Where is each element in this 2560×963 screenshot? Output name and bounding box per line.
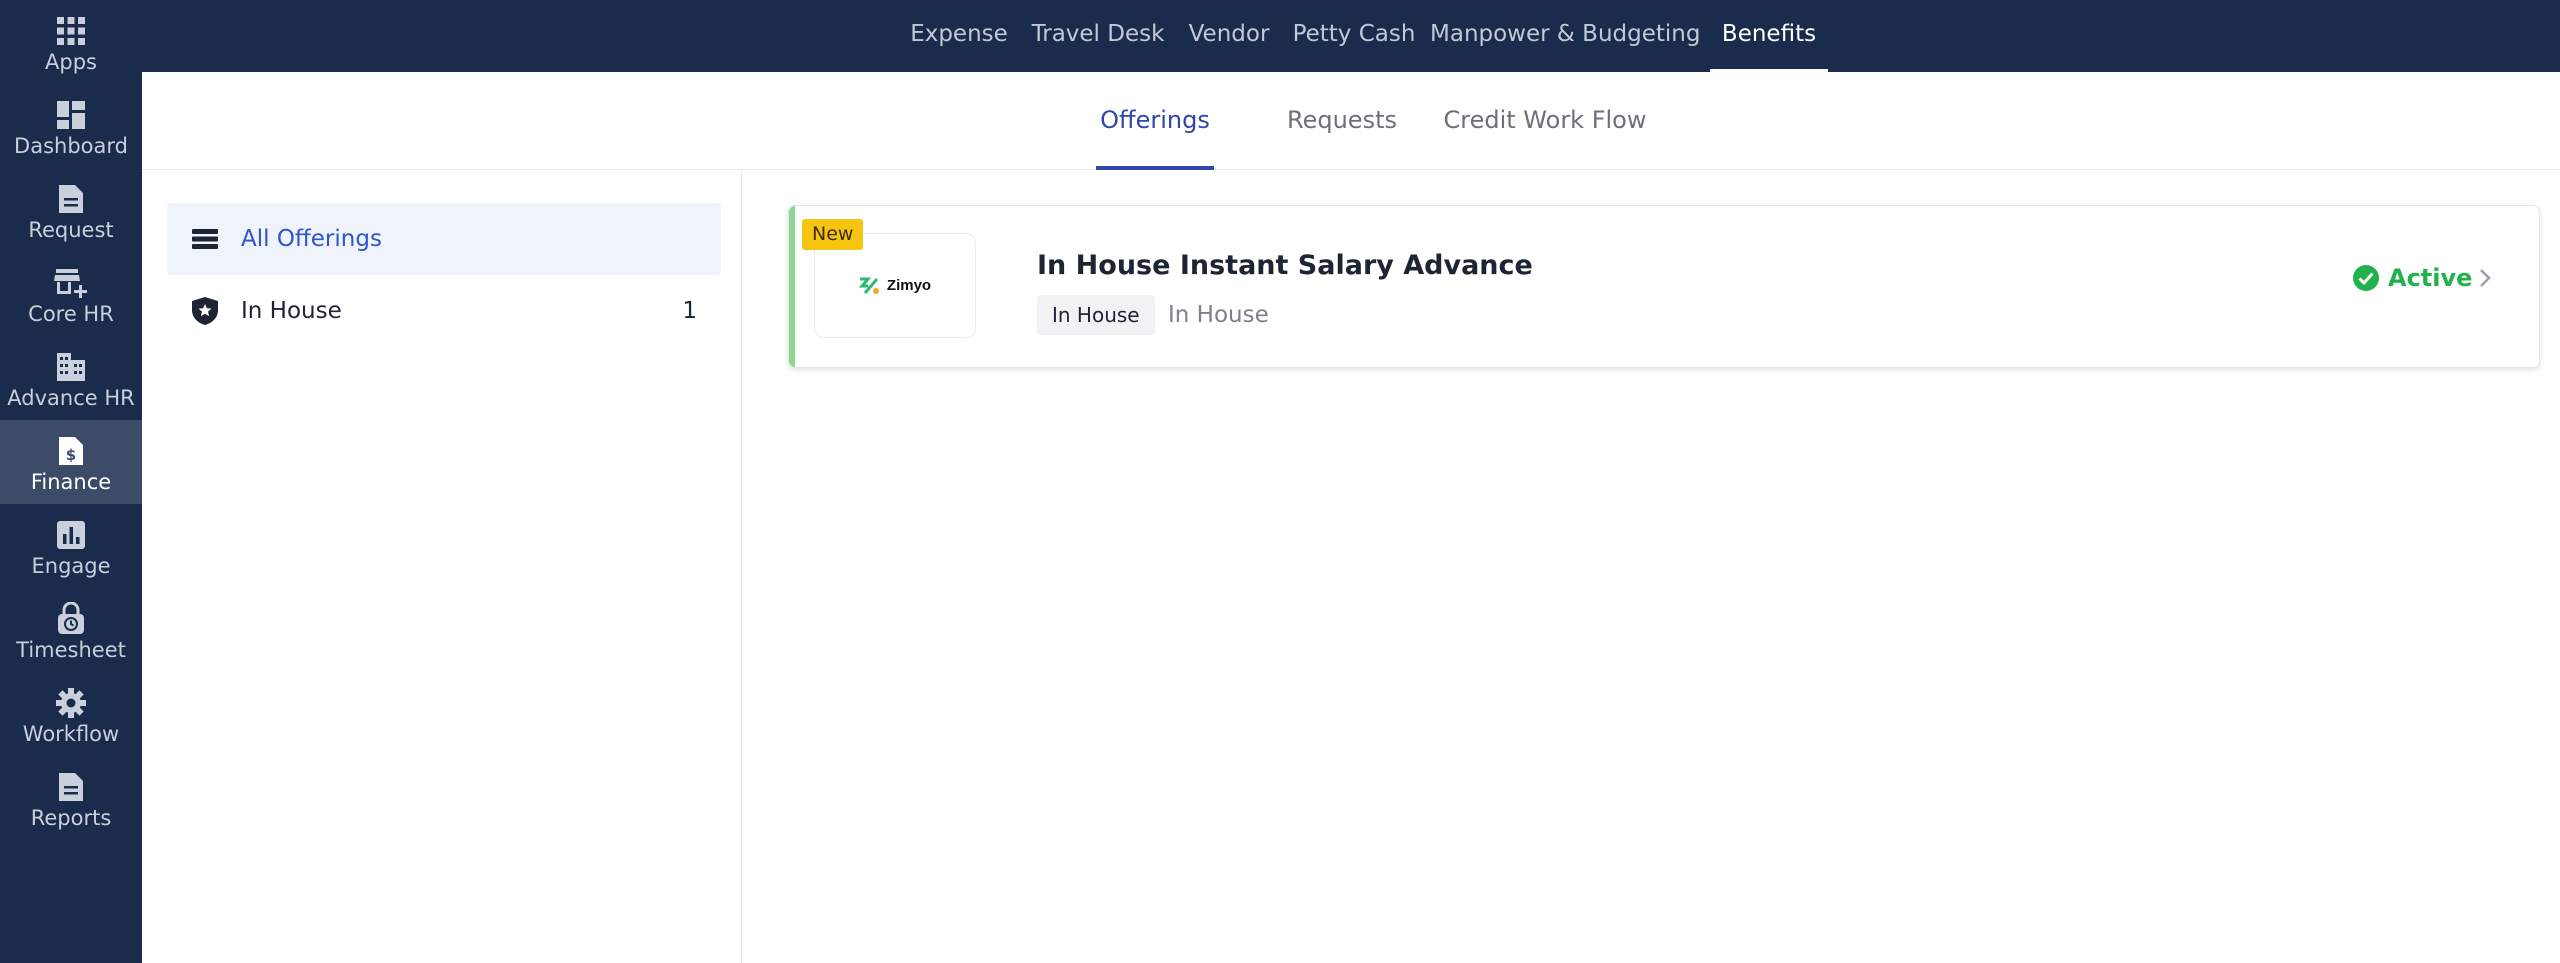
category-in-house[interactable]: In House 1	[167, 275, 721, 347]
gear-icon	[54, 686, 88, 720]
sidebar-item-label: Finance	[30, 470, 112, 494]
sidebar-item-request[interactable]: Request	[0, 168, 142, 252]
lock-clock-icon	[54, 602, 88, 636]
list-icon	[191, 225, 219, 253]
shield-star-icon	[191, 297, 219, 325]
dashboard-icon	[54, 98, 88, 132]
sidebar-item-engage[interactable]: Engage	[0, 504, 142, 588]
tab-credit-work-flow[interactable]: Credit Work Flow	[1410, 72, 1680, 169]
benefits-subtabs: Offerings Requests Credit Work Flow	[142, 72, 2560, 170]
category-label: All Offerings	[241, 226, 382, 252]
sidebar-item-label: Engage	[31, 554, 111, 578]
tab-offerings[interactable]: Offerings	[1096, 72, 1214, 170]
tab-requests[interactable]: Requests	[1258, 72, 1426, 169]
topnav-benefits[interactable]: Benefits	[1710, 0, 1828, 72]
svg-text:$: $	[66, 446, 76, 464]
offering-subtitle: In House	[1168, 302, 1269, 328]
offering-title: In House Instant Salary Advance	[1037, 250, 1533, 281]
sidebar-item-label: Workflow	[22, 722, 120, 746]
topnav-manpower-budgeting[interactable]: Manpower & Budgeting	[1430, 0, 1700, 72]
zimyo-logo-mark	[858, 277, 879, 294]
top-navigation: Expense Travel Desk Vendor Petty Cash Ma…	[142, 0, 2560, 72]
building-icon	[54, 350, 88, 384]
sidebar-item-apps[interactable]: Apps	[0, 0, 142, 84]
sidebar-item-finance[interactable]: $ Finance	[0, 420, 142, 504]
document-icon	[54, 182, 88, 216]
sidebar-item-dashboard[interactable]: Dashboard	[0, 84, 142, 168]
new-badge: New	[802, 219, 864, 250]
card-accent-bar	[789, 206, 795, 367]
sidebar-item-timesheet[interactable]: Timesheet	[0, 588, 142, 672]
topnav-expense[interactable]: Expense	[904, 0, 1014, 72]
sidebar-item-workflow[interactable]: Workflow	[0, 672, 142, 756]
status-label: Active	[2388, 264, 2473, 292]
grid-icon	[54, 14, 88, 48]
logo-wordmark: Zimyo	[886, 277, 932, 294]
sidebar-item-core-hr[interactable]: Core HR	[0, 252, 142, 336]
sidebar-item-label: Timesheet	[16, 638, 126, 662]
topnav-petty-cash[interactable]: Petty Cash	[1292, 0, 1416, 72]
category-all-offerings[interactable]: All Offerings	[167, 203, 721, 275]
topnav-vendor[interactable]: Vendor	[1181, 0, 1277, 72]
store-add-icon	[54, 266, 88, 300]
topnav-travel-desk[interactable]: Travel Desk	[1028, 0, 1168, 72]
offering-card[interactable]: Zimyo New In House Instant Salary Advanc…	[788, 205, 2540, 368]
sidebar-item-label: Advance HR	[7, 386, 135, 410]
sidebar-item-label: Reports	[30, 806, 112, 830]
category-count: 1	[682, 298, 697, 324]
offering-categories-panel: All Offerings In House 1	[142, 170, 742, 963]
sidebar-item-label: Core HR	[28, 302, 114, 326]
bar-chart-icon	[54, 518, 88, 552]
chevron-right-icon[interactable]	[2477, 266, 2493, 290]
sidebar-item-label: Apps	[45, 50, 97, 74]
check-circle-icon	[2353, 265, 2379, 291]
sidebar-item-advance-hr[interactable]: Advance HR	[0, 336, 142, 420]
sidebar-item-label: Dashboard	[14, 134, 128, 158]
category-label: In House	[241, 298, 342, 324]
status-badge: Active	[2352, 264, 2472, 292]
sidebar: Apps Dashboard Request Core HR Advance H…	[0, 0, 142, 963]
offering-category-chip: In House	[1037, 295, 1155, 335]
invoice-dollar-icon: $	[54, 434, 88, 468]
report-icon	[54, 770, 88, 804]
sidebar-item-reports[interactable]: Reports	[0, 756, 142, 840]
sidebar-item-label: Request	[28, 218, 114, 242]
